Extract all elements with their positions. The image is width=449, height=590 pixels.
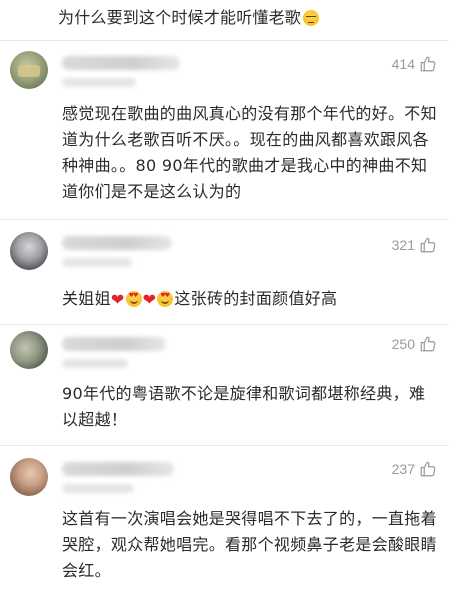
username-blurred[interactable] [62, 56, 180, 70]
red-heart-emoji: ❤ [142, 290, 157, 309]
like-button[interactable]: 250 [392, 335, 437, 353]
avatar[interactable] [10, 331, 48, 369]
timestamp-blurred [62, 484, 134, 493]
previous-comment-text: 为什么要到这个时候才能听懂老歌 [58, 6, 438, 30]
thumbs-up-icon[interactable] [419, 460, 437, 478]
previous-comment-body: 为什么要到这个时候才能听懂老歌 [58, 8, 302, 27]
comment-text: 感觉现在歌曲的曲风真心的没有那个年代的好。不知道为什么老歌百听不厌。。现在的曲风… [62, 104, 437, 201]
comment-text-part1: 关姐姐 [62, 289, 111, 308]
comment-text-part2: 这张砖的封面颜值好高 [174, 289, 338, 308]
thumbs-up-icon[interactable] [419, 55, 437, 73]
heart-eyes-emoji [125, 291, 142, 307]
comment-text: 这首有一次演唱会她是哭得唱不下去了的，一直拖着哭腔，观众帮她唱完。看那个视频鼻子… [62, 509, 437, 580]
like-count: 321 [391, 237, 415, 253]
pensive-face-emoji [303, 10, 320, 26]
comment-item: 321 关姐姐❤❤这张砖的封面颜值好高 [0, 220, 449, 324]
avatar[interactable] [10, 232, 48, 270]
comment-item: 237 这首有一次演唱会她是哭得唱不下去了的，一直拖着哭腔，观众帮她唱完。看那个… [0, 446, 449, 590]
timestamp-blurred [62, 78, 136, 87]
heart-eyes-emoji [157, 291, 174, 307]
comment-item: 250 90年代的粤语歌不论是旋律和歌词都堪称经典，难以超越！ [0, 325, 449, 445]
like-button[interactable]: 414 [392, 55, 437, 73]
username-blurred[interactable] [62, 337, 166, 351]
red-heart-emoji: ❤ [110, 290, 125, 309]
like-count: 237 [391, 461, 415, 477]
thumbs-up-icon[interactable] [419, 236, 437, 254]
comment-item: 414 感觉现在歌曲的曲风真心的没有那个年代的好。不知道为什么老歌百听不厌。。现… [0, 41, 449, 219]
comment-text: 关姐姐❤❤这张砖的封面颜值好高 [62, 286, 438, 313]
comment-text: 90年代的粤语歌不论是旋律和歌词都堪称经典，难以超越！ [62, 384, 426, 429]
like-button[interactable]: 321 [392, 236, 437, 254]
username-blurred[interactable] [62, 236, 172, 250]
timestamp-blurred [62, 359, 128, 368]
username-blurred[interactable] [62, 462, 174, 476]
thumbs-up-icon[interactable] [419, 335, 437, 353]
like-count: 250 [391, 336, 415, 352]
like-button[interactable]: 237 [392, 460, 437, 478]
avatar[interactable] [10, 51, 48, 89]
like-count: 414 [391, 56, 415, 72]
timestamp-blurred [62, 258, 132, 267]
avatar[interactable] [10, 458, 48, 496]
